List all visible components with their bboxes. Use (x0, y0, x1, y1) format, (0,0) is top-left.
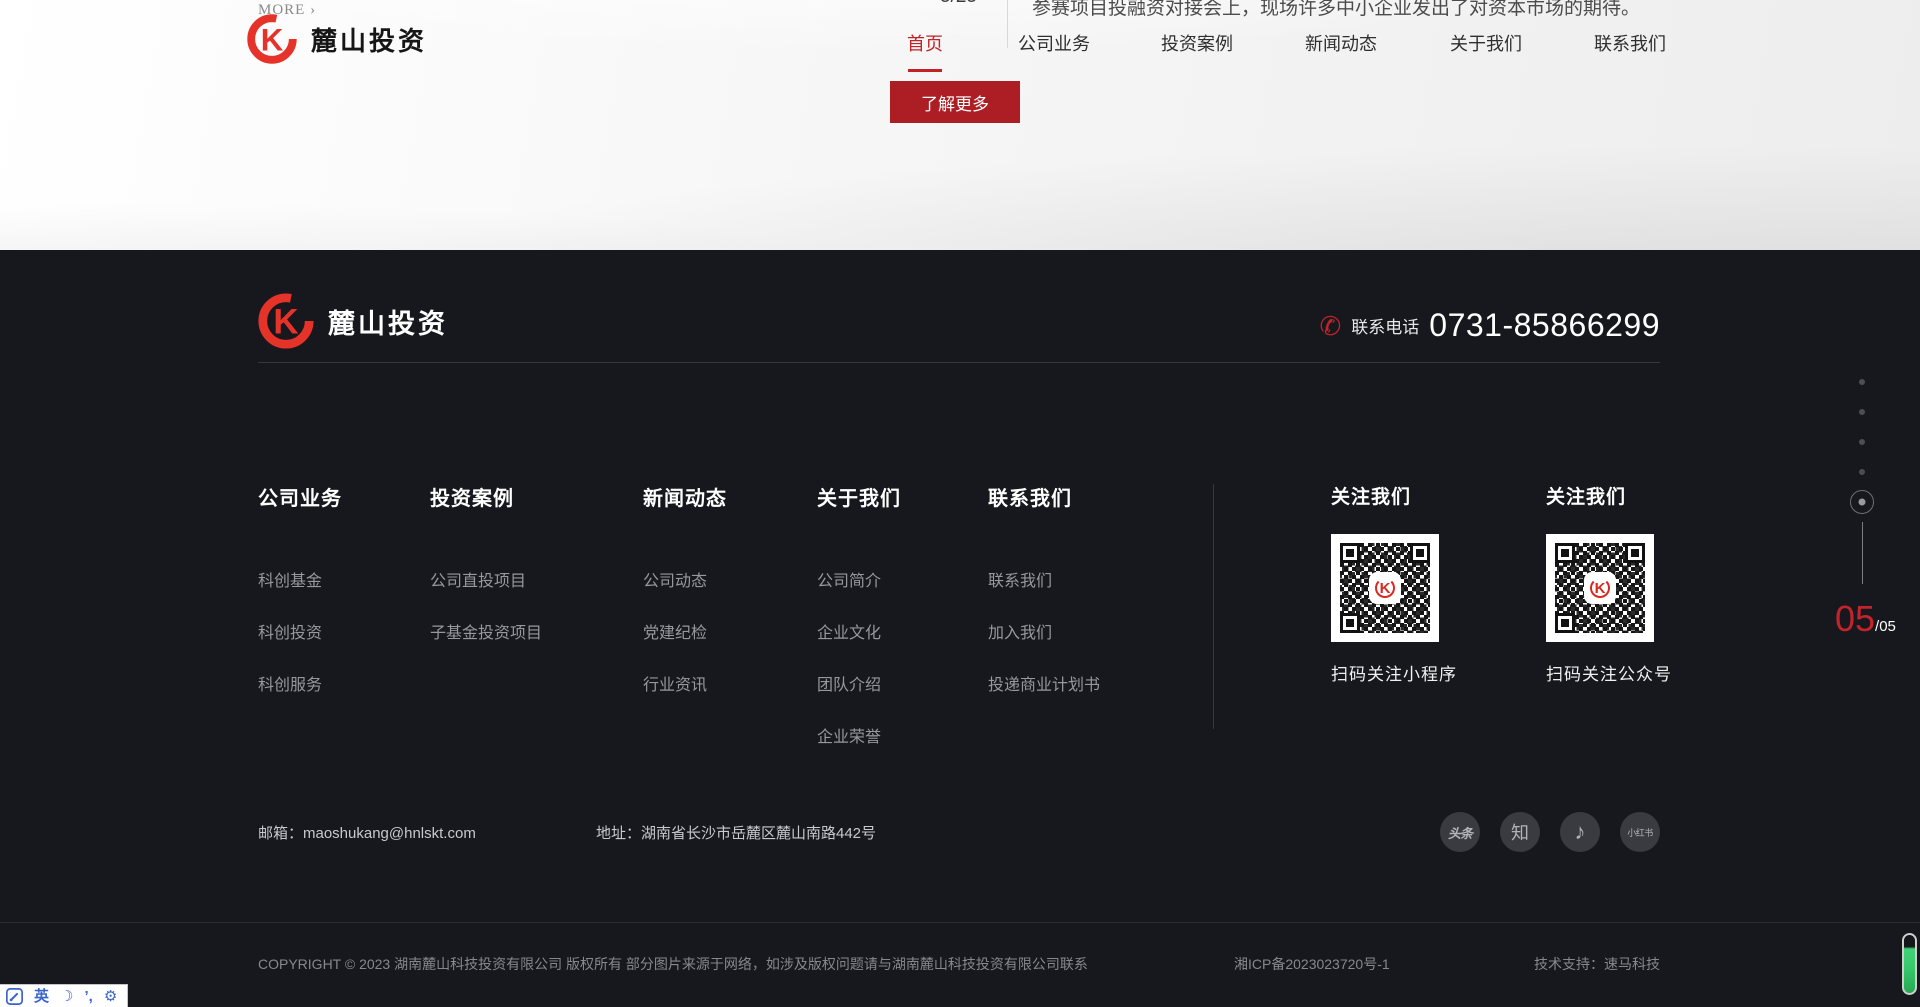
qr-finder (1410, 543, 1430, 563)
nav-item-news[interactable]: 新闻动态 (1305, 30, 1377, 56)
qr-finder (1555, 613, 1575, 633)
footer-vertical-divider (1213, 484, 1214, 729)
footer-link[interactable]: 党建纪检 (643, 619, 727, 643)
qr-finder (1340, 613, 1360, 633)
footer-column-business: 公司业务 科创基金 科创投资 科创服务 (258, 482, 342, 695)
nav-item-contact[interactable]: 联系我们 (1594, 30, 1666, 56)
ime-moon-icon[interactable]: ☽ (60, 989, 73, 1004)
email-text[interactable]: 邮箱：maoshukang@hnlskt.com (258, 822, 476, 843)
pager-line (1862, 522, 1863, 584)
address-text: 地址：湖南省长沙市岳麓区麓山南路442号 (596, 822, 876, 843)
tech-support-text[interactable]: 技术支持：速马科技 (1534, 954, 1660, 974)
pager-dot-3[interactable] (1859, 439, 1865, 445)
footer-link[interactable]: 公司直投项目 (430, 567, 542, 591)
learn-more-button[interactable]: 了解更多 (890, 81, 1020, 123)
pager-dot-5-active[interactable] (1850, 490, 1874, 514)
pager-dot-1[interactable] (1859, 379, 1865, 385)
contact-phone: ✆ 联系电话 0731-85866299 (1319, 307, 1660, 344)
zhihu-icon[interactable]: 知 (1500, 812, 1540, 852)
icp-license-link[interactable]: 湘ICP备2023023720号-1 (1234, 954, 1390, 974)
page: MORE › K 麓山投资 5/25 参赛项目投融资对接会上，现场许多中小企业发… (0, 0, 1920, 1007)
qr-finder (1340, 543, 1360, 563)
footer-column-about: 关于我们 公司简介 企业文化 团队介绍 企业荣誉 (817, 482, 901, 747)
pager-count: 05 /05 (1835, 598, 1896, 640)
pager-dot-2[interactable] (1859, 409, 1865, 415)
footer-link[interactable]: 行业资讯 (643, 671, 727, 695)
nav-item-business[interactable]: 公司业务 (1018, 30, 1090, 56)
qr-code-official-account: K (1546, 534, 1654, 642)
pager-dot-4[interactable] (1859, 469, 1865, 475)
svg-text:K: K (273, 303, 298, 342)
qr-logo-chip: K (1586, 574, 1614, 602)
footer-link[interactable]: 联系我们 (988, 567, 1100, 591)
footer-link[interactable]: 团队介绍 (817, 671, 901, 695)
footer-link[interactable]: 科创基金 (258, 567, 342, 591)
qr-logo-chip: K (1371, 574, 1399, 602)
brand-name: 麓山投资 (311, 21, 427, 58)
pager-total: /05 (1875, 618, 1896, 635)
phone-number[interactable]: 0731-85866299 (1429, 307, 1660, 344)
nav-item-home[interactable]: 首页 (907, 30, 943, 56)
footer: K 麓山投资 ✆ 联系电话 0731-85866299 公司业务 科创基金 科创… (0, 250, 1920, 1007)
qr-code-miniprogram: K (1331, 534, 1439, 642)
footer-column-title[interactable]: 联系我们 (988, 482, 1100, 511)
top-section: MORE › K 麓山投资 5/25 参赛项目投融资对接会上，现场许多中小企业发… (0, 0, 1920, 250)
scrollbar-thumb[interactable] (1902, 933, 1917, 995)
footer-link[interactable]: 科创投资 (258, 619, 342, 643)
follow-miniprogram: 关注我们 K 扫码关注小程序 (1331, 482, 1457, 685)
qr-caption: 扫码关注小程序 (1331, 660, 1457, 685)
footer-link[interactable]: 科创服务 (258, 671, 342, 695)
footer-column-title[interactable]: 新闻动态 (643, 482, 727, 511)
footer-column-title[interactable]: 投资案例 (430, 482, 542, 511)
news-date-fragment: 5/25 (940, 0, 977, 8)
copyright-text: COPYRIGHT © 2023 湖南麓山科技投资有限公司 版权所有 部分图片来… (258, 954, 1088, 974)
ime-settings-icon[interactable]: ⚙ (104, 989, 117, 1004)
news-snippet[interactable]: 参赛项目投融资对接会上，现场许多中小企业发出了对资本市场的期待。 (1032, 0, 1640, 20)
nav-item-cases[interactable]: 投资案例 (1161, 30, 1233, 56)
follow-official-account: 关注我们 K 扫码关注公众号 (1546, 482, 1672, 685)
pager-current: 05 (1835, 598, 1875, 640)
footer-column-title[interactable]: 公司业务 (258, 482, 342, 511)
ime-toolbar: 英 ☽ ’, ⚙ (0, 984, 128, 1007)
follow-title: 关注我们 (1546, 482, 1672, 509)
footer-link[interactable]: 投递商业计划书 (988, 671, 1100, 695)
footer-divider (258, 362, 1660, 363)
nav-item-about[interactable]: 关于我们 (1450, 30, 1522, 56)
footer-column-cases: 投资案例 公司直投项目 子基金投资项目 (430, 482, 542, 643)
header-brand[interactable]: K 麓山投资 (246, 13, 427, 65)
ime-logo-icon[interactable] (6, 988, 23, 1005)
footer-link[interactable]: 加入我们 (988, 619, 1100, 643)
footer-column-contact: 联系我们 联系我们 加入我们 投递商业计划书 (988, 482, 1100, 695)
footer-link[interactable]: 公司简介 (817, 567, 901, 591)
qr-finder (1555, 543, 1575, 563)
follow-title: 关注我们 (1331, 482, 1457, 509)
xiaohongshu-icon[interactable]: 小红书 (1620, 812, 1660, 852)
ime-language-toggle[interactable]: 英 (34, 989, 49, 1004)
footer-link[interactable]: 子基金投资项目 (430, 619, 542, 643)
footer-link[interactable]: 公司动态 (643, 567, 727, 591)
ime-punctuation-icon[interactable]: ’, (84, 989, 92, 1004)
footer-brand: K 麓山投资 (257, 292, 448, 350)
social-icons: 头条 知 ♪ 小红书 (1440, 812, 1660, 852)
footer-link[interactable]: 企业荣誉 (817, 723, 901, 747)
footer-brand-logo-icon: K (257, 292, 315, 350)
footer-column-news: 新闻动态 公司动态 党建纪检 行业资讯 (643, 482, 727, 695)
svg-text:K: K (261, 22, 284, 57)
phone-label: 联系电话 (1351, 313, 1419, 338)
copyright-bar: COPYRIGHT © 2023 湖南麓山科技投资有限公司 版权所有 部分图片来… (0, 922, 1920, 1007)
qr-caption: 扫码关注公众号 (1546, 660, 1672, 685)
phone-icon: ✆ (1319, 313, 1341, 339)
qr-finder (1625, 543, 1645, 563)
footer-link[interactable]: 企业文化 (817, 619, 901, 643)
footer-column-title[interactable]: 关于我们 (817, 482, 901, 511)
douyin-icon[interactable]: ♪ (1560, 812, 1600, 852)
news-divider (1007, 0, 1008, 48)
toutiao-icon[interactable]: 头条 (1440, 812, 1480, 852)
footer-brand-name: 麓山投资 (328, 302, 448, 341)
brand-logo-icon: K (246, 13, 298, 65)
